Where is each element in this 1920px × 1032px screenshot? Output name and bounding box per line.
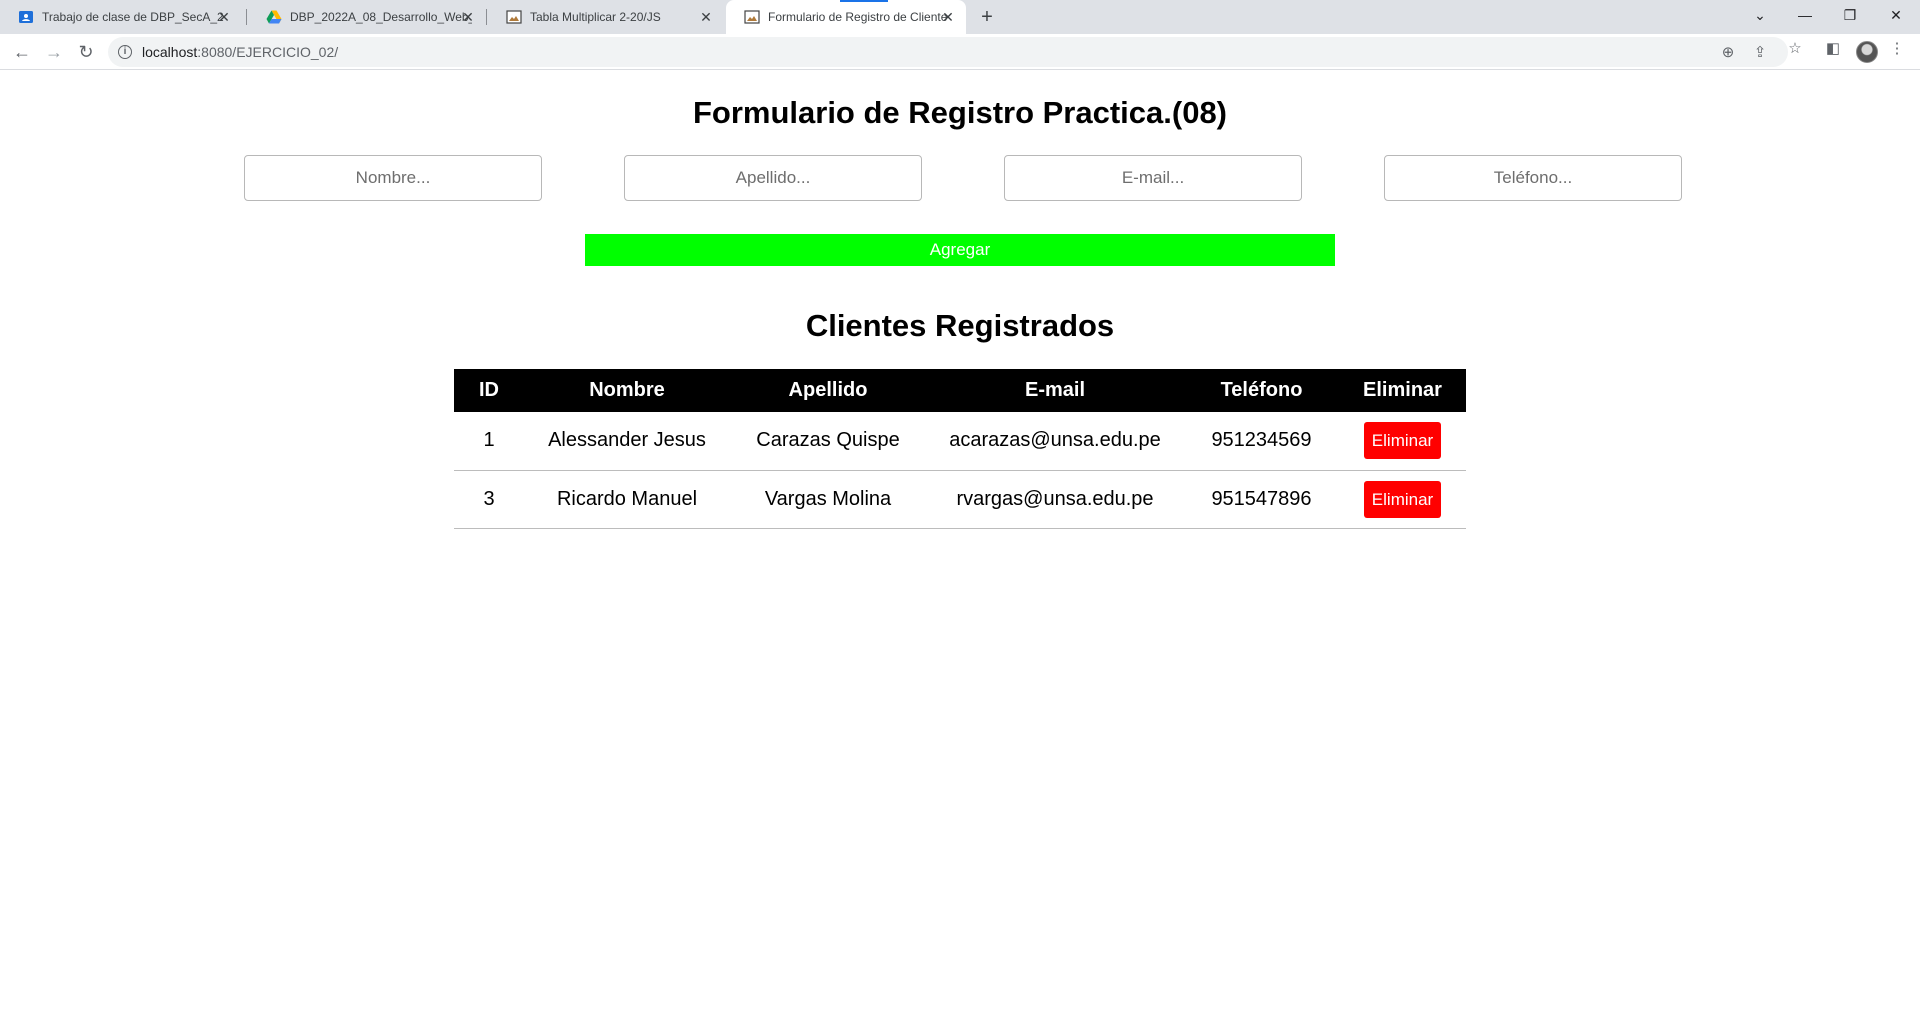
address-bar[interactable]: i localhost:8080/EJERCICIO_02/ ⊕ ⇪ bbox=[108, 37, 1788, 67]
tab-title: DBP_2022A_08_Desarrollo_Web_ bbox=[290, 10, 472, 24]
header-telefono: Teléfono bbox=[1184, 369, 1339, 412]
browser-tab-tabla[interactable]: Tabla Multiplicar 2-20/JS ✕ bbox=[488, 0, 724, 34]
zoom-icon[interactable]: ⊕ bbox=[1718, 43, 1738, 63]
cell-apellido: Vargas Molina bbox=[730, 470, 926, 529]
apellido-input[interactable] bbox=[624, 155, 922, 201]
forward-button[interactable]: → bbox=[40, 38, 68, 66]
header-email: E-mail bbox=[926, 369, 1184, 412]
cell-apellido: Carazas Quispe bbox=[730, 412, 926, 471]
cell-nombre: Ricardo Manuel bbox=[524, 470, 730, 529]
header-eliminar: Eliminar bbox=[1339, 369, 1466, 412]
cell-email: acarazas@unsa.edu.pe bbox=[926, 412, 1184, 471]
page-image-icon bbox=[506, 9, 522, 25]
cell-nombre: Alessander Jesus bbox=[524, 412, 730, 471]
cell-eliminar: Eliminar bbox=[1339, 470, 1466, 529]
email-input[interactable] bbox=[1004, 155, 1302, 201]
header-apellido: Apellido bbox=[730, 369, 926, 412]
cell-telefono: 951547896 bbox=[1184, 470, 1339, 529]
share-icon[interactable]: ⇪ bbox=[1750, 43, 1770, 63]
close-icon[interactable]: ✕ bbox=[460, 9, 476, 25]
window-close-button[interactable]: ✕ bbox=[1876, 0, 1916, 30]
tab-divider bbox=[486, 9, 487, 25]
table-header-row: ID Nombre Apellido E-mail Teléfono Elimi… bbox=[454, 369, 1466, 412]
browser-tab-classroom[interactable]: Trabajo de clase de DBP_SecA_20 ✕ bbox=[0, 0, 242, 34]
page-image-icon bbox=[744, 9, 760, 25]
close-icon[interactable]: ✕ bbox=[940, 9, 956, 25]
url-text: localhost:8080/EJERCICIO_02/ bbox=[142, 44, 338, 60]
tab-divider bbox=[246, 9, 247, 25]
tab-title: Trabajo de clase de DBP_SecA_20 bbox=[42, 10, 224, 24]
delete-button[interactable]: Eliminar bbox=[1363, 480, 1442, 518]
browser-tab-strip: Trabajo de clase de DBP_SecA_20 ✕ DBP_20… bbox=[0, 0, 1920, 34]
table-row: 1 Alessander Jesus Carazas Quispe acaraz… bbox=[454, 412, 1466, 471]
telefono-input[interactable] bbox=[1384, 155, 1682, 201]
restore-button[interactable]: ❐ bbox=[1830, 0, 1870, 30]
tab-title: Formulario de Registro de Cliente bbox=[768, 10, 948, 24]
clients-table: ID Nombre Apellido E-mail Teléfono Elimi… bbox=[454, 369, 1466, 529]
classroom-icon bbox=[18, 9, 34, 25]
delete-button[interactable]: Eliminar bbox=[1363, 422, 1442, 460]
close-icon[interactable]: ✕ bbox=[698, 9, 714, 25]
menu-kebab-icon[interactable]: ⋮ bbox=[1886, 38, 1908, 60]
page-title: Formulario de Registro Practica.(08) bbox=[692, 95, 1228, 130]
browser-toolbar: ← → ↻ i localhost:8080/EJERCICIO_02/ ⊕ ⇪… bbox=[0, 34, 1920, 70]
bookmark-star-icon[interactable]: ☆ bbox=[1784, 38, 1806, 60]
tab-search-button[interactable]: ⌄ bbox=[1740, 0, 1780, 30]
header-id: ID bbox=[454, 369, 524, 412]
clients-title: Clientes Registrados bbox=[805, 308, 1115, 343]
tab-title: Tabla Multiplicar 2-20/JS bbox=[530, 10, 661, 24]
browser-tab-drive[interactable]: DBP_2022A_08_Desarrollo_Web_ ✕ bbox=[248, 0, 486, 34]
nombre-input[interactable] bbox=[244, 155, 542, 201]
cell-id: 3 bbox=[454, 470, 524, 529]
drive-icon bbox=[266, 9, 282, 25]
cell-eliminar: Eliminar bbox=[1339, 412, 1466, 471]
new-tab-button[interactable]: + bbox=[974, 5, 1000, 31]
back-button[interactable]: ← bbox=[8, 38, 36, 66]
tab-loading-indicator bbox=[840, 0, 888, 2]
reload-button[interactable]: ↻ bbox=[72, 38, 100, 66]
table-row: 3 Ricardo Manuel Vargas Molina rvargas@u… bbox=[454, 470, 1466, 529]
url-path: :8080/EJERCICIO_02/ bbox=[197, 44, 339, 60]
minimize-button[interactable]: — bbox=[1785, 0, 1825, 30]
url-host: localhost bbox=[142, 44, 198, 60]
side-panel-icon[interactable]: ◧ bbox=[1822, 38, 1844, 60]
avatar[interactable] bbox=[1856, 41, 1878, 63]
browser-tab-formulario[interactable]: Formulario de Registro de Cliente ✕ bbox=[726, 0, 966, 34]
add-button[interactable]: Agregar bbox=[585, 234, 1335, 266]
close-icon[interactable]: ✕ bbox=[216, 9, 232, 25]
cell-id: 1 bbox=[454, 412, 524, 471]
cell-email: rvargas@unsa.edu.pe bbox=[926, 470, 1184, 529]
cell-telefono: 951234569 bbox=[1184, 412, 1339, 471]
info-icon[interactable]: i bbox=[118, 45, 132, 59]
page-content: Formulario de Registro Practica.(08) Agr… bbox=[0, 71, 1920, 1032]
header-nombre: Nombre bbox=[524, 369, 730, 412]
